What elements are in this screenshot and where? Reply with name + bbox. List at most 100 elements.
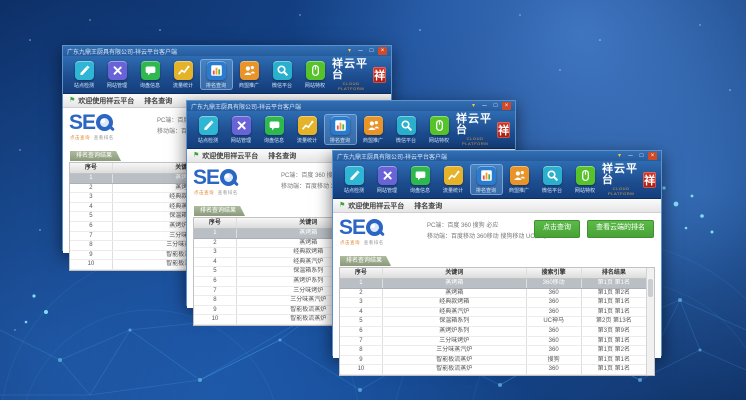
toolbar-item-label: 询盘信息: [264, 136, 284, 143]
toolbar-item-site-check[interactable]: 站点检测: [338, 164, 371, 195]
table-row[interactable]: 10智能板流蒸炉360第1页 第1名: [340, 365, 646, 375]
table-scrollbar[interactable]: [646, 268, 654, 375]
skin-button[interactable]: ▾: [469, 102, 478, 110]
toolbar-items: 站点检测网站管理询盘信息流量统计排名查询商盟推广微信平台网站特权: [192, 114, 456, 145]
query-button[interactable]: 点击查询: [534, 220, 580, 238]
table-cell: 10: [194, 315, 237, 324]
flag-icon: ⚑: [339, 202, 345, 209]
close-button[interactable]: ×: [502, 102, 511, 110]
minimize-button[interactable]: ─: [626, 152, 635, 160]
table-row[interactable]: 3经典款烤箱360第1页 第1名: [340, 298, 646, 308]
window-title: 广东九鼎王厨具有限公司-祥云平台客户端: [67, 47, 177, 56]
toolbar-item-label: 询盘信息: [140, 81, 160, 88]
welcome-section-label: 排名查询: [268, 151, 296, 161]
window-titlebar[interactable]: 广东九鼎王厨具有限公司-祥云平台客户端 ▾─□×: [333, 151, 661, 161]
cloud-rank-button[interactable]: 查看云端的排名: [587, 220, 654, 238]
toolbar-item-rank-query[interactable]: 排名查询: [200, 59, 233, 90]
table-cell: 蒸烤炉系列: [383, 327, 527, 336]
toolbar-item-site-privilege[interactable]: 网站特权: [569, 164, 602, 195]
table-body: 1蒸烤箱360移动第1页 第1名2蒸烤箱360第1页 第2名3经典款烤箱360第…: [340, 279, 646, 375]
column-header[interactable]: 序号: [340, 268, 383, 278]
toolbar-item-traffic-stats[interactable]: 流量统计: [291, 114, 324, 145]
toolbar-item-inquiry-info[interactable]: 询盘信息: [404, 164, 437, 195]
toolbar-item-wechat-platform[interactable]: 微信平台: [390, 114, 423, 145]
seo-header-row: SE 点击查询 查看排名 PC端：百度 360 搜狗 必应 移动端：百度移动 3…: [339, 216, 655, 249]
column-header[interactable]: 序号: [194, 218, 237, 228]
toolbar-item-wechat-platform[interactable]: 微信平台: [266, 59, 299, 90]
brand-text: 祥云平台 CLOUD PLATFORM: [602, 164, 640, 196]
toolbar-item-site-manage[interactable]: 网站管理: [371, 164, 404, 195]
table-cell: 6: [194, 277, 237, 286]
trend-icon: [444, 166, 463, 185]
toolbar-item-site-privilege[interactable]: 网站特权: [423, 114, 456, 145]
table-cell: 5: [194, 267, 237, 276]
tab-rank-results[interactable]: 排名查询结果: [340, 256, 391, 266]
seo-tagline: 点击查询 查看排名: [340, 240, 384, 246]
maximize-button[interactable]: □: [491, 102, 500, 110]
tab-rank-results[interactable]: 排名查询结果: [70, 151, 121, 161]
table-row[interactable]: 6蒸烤炉系列360第3页 第9名: [340, 327, 646, 337]
table-header-row: 序号关键词搜索引擎排名结果: [340, 268, 646, 279]
main-toolbar: 站点检测网站管理询盘信息流量统计排名查询商盟推广微信平台网站特权 祥云平台 CL…: [333, 161, 661, 199]
toolbar-item-site-privilege[interactable]: 网站特权: [299, 59, 332, 90]
table-cell: 3: [70, 193, 113, 202]
toolbar-item-alliance-promo[interactable]: 商盟推广: [503, 164, 536, 195]
column-header[interactable]: 序号: [70, 163, 113, 173]
toolbar-item-alliance-promo[interactable]: 商盟推广: [357, 114, 390, 145]
table-cell: 智能板流蒸炉: [383, 356, 527, 365]
scrollbar-thumb[interactable]: [648, 279, 653, 297]
column-header[interactable]: 关键词: [383, 268, 527, 278]
toolbar-item-site-manage[interactable]: 网站管理: [225, 114, 258, 145]
toolbar-item-inquiry-info[interactable]: 询盘信息: [134, 59, 167, 90]
table-row[interactable]: 7三分味烤炉360第1页 第1名: [340, 337, 646, 347]
table-cell: 8: [70, 241, 113, 250]
table-cell: 三分味烤炉: [383, 337, 527, 346]
close-button[interactable]: ×: [378, 47, 387, 55]
window-controls: ▾─□×: [345, 47, 387, 55]
table-row[interactable]: 2蒸烤箱360第1页 第2名: [340, 289, 646, 299]
main-toolbar: 站点检测网站管理询盘信息流量统计排名查询商盟推广微信平台网站特权 祥云平台 CL…: [187, 111, 515, 149]
seo-tagline: 点击查询 查看排名: [70, 135, 114, 141]
skin-button[interactable]: ▾: [345, 47, 354, 55]
maximize-button[interactable]: □: [637, 152, 646, 160]
table-cell: 第1页 第1名: [582, 356, 646, 365]
table-cell: 360: [527, 337, 582, 346]
table-row[interactable]: 1蒸烤箱360移动第1页 第1名: [340, 279, 646, 289]
toolbar-item-rank-query[interactable]: 排名查询: [324, 114, 357, 145]
table-cell: 蒸烤箱: [383, 279, 527, 288]
tab-rank-results[interactable]: 排名查询结果: [194, 206, 245, 216]
column-header[interactable]: 搜索引擎: [527, 268, 582, 278]
toolbar-item-rank-query[interactable]: 排名查询: [470, 164, 503, 195]
brand-name: 祥云平台: [602, 164, 640, 186]
brand-subtitle: CLOUD PLATFORM: [332, 81, 370, 91]
toolbar-item-site-manage[interactable]: 网站管理: [101, 59, 134, 90]
table-cell: 4: [340, 308, 383, 317]
table-cell: 360: [527, 365, 582, 374]
toolbar-item-site-check[interactable]: 站点检测: [192, 114, 225, 145]
table-row[interactable]: 5保温箱系列UC神马第2页 第13名: [340, 317, 646, 327]
toolbar-item-inquiry-info[interactable]: 询盘信息: [258, 114, 291, 145]
window-title: 广东九鼎王厨具有限公司-祥云平台客户端: [191, 102, 301, 111]
toolbar-item-site-check[interactable]: 站点检测: [68, 59, 101, 90]
close-button[interactable]: ×: [648, 152, 657, 160]
toolbar-item-wechat-platform[interactable]: 微信平台: [536, 164, 569, 195]
pen-icon: [199, 116, 218, 135]
table-row[interactable]: 9智能板流蒸炉搜狗第1页 第1名: [340, 356, 646, 366]
toolbar-item-label: 网站特权: [429, 136, 449, 143]
brand-text: 祥云平台 CLOUD PLATFORM: [332, 59, 370, 91]
column-header[interactable]: 排名结果: [582, 268, 646, 278]
table-row[interactable]: 4经典蒸汽炉360第1页 第1名: [340, 308, 646, 318]
maximize-button[interactable]: □: [367, 47, 376, 55]
toolbar-item-alliance-promo[interactable]: 商盟推广: [233, 59, 266, 90]
barchart-icon: [331, 116, 350, 135]
brand-text: 祥云平台 CLOUD PLATFORM: [456, 114, 494, 146]
skin-button[interactable]: ▾: [615, 152, 624, 160]
table-row[interactable]: 8三分味蒸汽炉360第1页 第2名: [340, 346, 646, 356]
window-titlebar[interactable]: 广东九鼎王厨具有限公司-祥云平台客户端 ▾─□×: [187, 101, 515, 111]
minimize-button[interactable]: ─: [480, 102, 489, 110]
toolbar-item-traffic-stats[interactable]: 流量统计: [437, 164, 470, 195]
table-cell: 三分味蒸汽炉: [383, 346, 527, 355]
toolbar-item-traffic-stats[interactable]: 流量统计: [167, 59, 200, 90]
minimize-button[interactable]: ─: [356, 47, 365, 55]
window-titlebar[interactable]: 广东九鼎王厨具有限公司-祥云平台客户端 ▾─□×: [63, 46, 391, 56]
